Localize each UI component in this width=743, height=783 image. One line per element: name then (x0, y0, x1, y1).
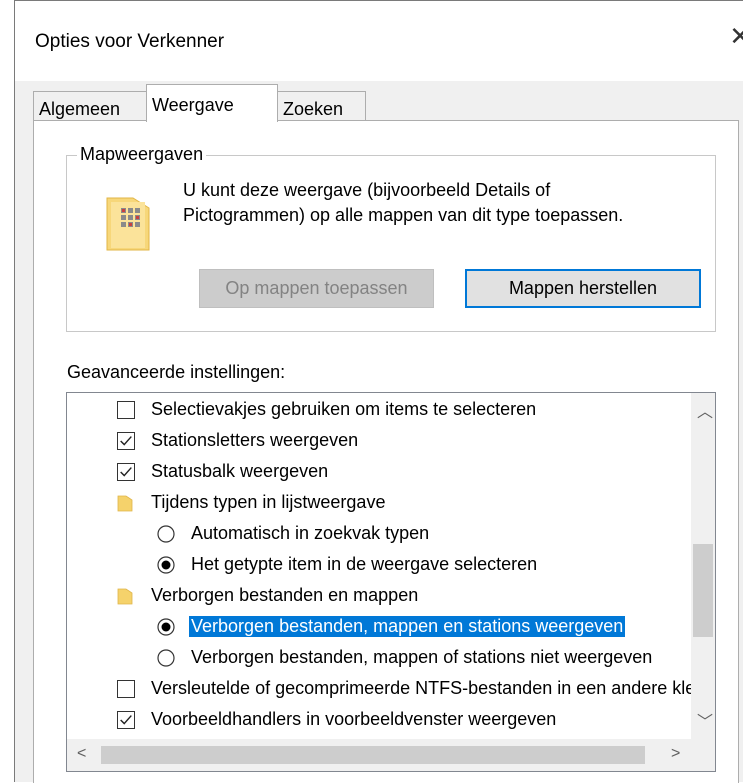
list-item-label: Verborgen bestanden, mappen of stations … (191, 647, 653, 667)
folder-view-icon (106, 197, 150, 251)
list-item[interactable]: Voorbeeldhandlers in voorbeeldvenster we… (67, 705, 691, 735)
folder-options-dialog: Opties voor Verkenner ✕ Algemeen Weergav… (14, 0, 743, 783)
vertical-scroll-thumb[interactable] (693, 544, 713, 637)
weergave-panel: Mapweergaven U kunt deze weergave (bijvo… (33, 120, 739, 783)
folder-icon (117, 494, 133, 512)
list-item-label: Verborgen bestanden en mappen (151, 585, 419, 605)
radio-unchecked-icon[interactable] (157, 525, 175, 543)
horizontal-scrollbar[interactable]: < > (67, 739, 691, 771)
radio-checked-icon[interactable] (157, 556, 175, 574)
radio-checked-icon[interactable] (157, 618, 175, 636)
tab-strip: Algemeen Weergave Zoeken (15, 81, 743, 122)
close-icon[interactable]: ✕ (729, 23, 743, 49)
list-item[interactable]: Verborgen bestanden, mappen en stations … (67, 612, 691, 642)
advanced-settings-list[interactable]: Selectievakjes gebruiken om items te sel… (66, 392, 716, 772)
scroll-up-icon[interactable]: ︿ (697, 405, 713, 421)
folder-views-group: Mapweergaven U kunt deze weergave (bijvo… (66, 144, 716, 332)
scroll-right-icon[interactable]: > (671, 746, 680, 762)
list-item-label: Automatisch in zoekvak typen (191, 523, 430, 543)
tab-zoeken[interactable]: Zoeken (277, 91, 366, 121)
scroll-down-icon[interactable]: ﹀ (697, 715, 713, 731)
list-item-label: Selectievakjes gebruiken om items te sel… (151, 399, 537, 419)
list-item[interactable]: Stationsletters weergeven (67, 426, 691, 456)
folder-icon (117, 587, 133, 605)
list-item[interactable]: Tijdens typen in lijstweergave (67, 488, 691, 518)
tab-label: Zoeken (283, 99, 344, 119)
checkbox-unchecked-icon[interactable] (117, 401, 135, 419)
scrollbar-corner (691, 739, 715, 771)
list-item[interactable]: Selectievakjes gebruiken om items te sel… (67, 395, 691, 425)
group-legend: Mapweergaven (77, 144, 207, 165)
advanced-settings-label: Geavanceerde instellingen: (67, 362, 286, 382)
list-item-label: Het getypte item in de weergave selecter… (191, 554, 538, 574)
checkbox-checked-icon[interactable] (117, 463, 135, 481)
apply-to-folders-button[interactable]: Op mappen toepassen (199, 269, 434, 308)
list-item[interactable]: Statusbalk weergeven (67, 457, 691, 487)
title-bar[interactable]: Opties voor Verkenner ✕ (15, 1, 743, 81)
tab-algemeen[interactable]: Algemeen (33, 91, 148, 121)
list-item[interactable]: Automatisch in zoekvak typen (67, 519, 691, 549)
reset-folders-button[interactable]: Mappen herstellen (465, 269, 701, 308)
checkbox-checked-icon[interactable] (117, 432, 135, 450)
tab-label: Algemeen (39, 99, 121, 119)
list-item-label: Statusbalk weergeven (151, 461, 329, 481)
checkbox-unchecked-icon[interactable] (117, 680, 135, 698)
list-item[interactable]: Verborgen bestanden, mappen of stations … (67, 643, 691, 673)
tab-label: Weergave (152, 95, 234, 115)
list-item-label: Versleutelde of gecomprimeerde NTFS-best… (151, 678, 691, 698)
radio-unchecked-icon[interactable] (157, 649, 175, 667)
horizontal-scroll-thumb[interactable] (101, 746, 645, 764)
list-item-label: Voorbeeldhandlers in voorbeeldvenster we… (151, 709, 557, 729)
tab-weergave[interactable]: Weergave (146, 84, 278, 122)
list-item[interactable]: Verborgen bestanden en mappen (67, 581, 691, 611)
scroll-left-icon[interactable]: < (77, 746, 86, 762)
list-item-label: Verborgen bestanden, mappen en stations … (189, 616, 626, 637)
checkbox-checked-icon[interactable] (117, 711, 135, 729)
vertical-scrollbar[interactable]: ︿ ﹀ (691, 393, 715, 739)
list-item-label: Tijdens typen in lijstweergave (151, 492, 386, 512)
list-item[interactable]: Het getypte item in de weergave selecter… (67, 550, 691, 580)
folder-views-description: U kunt deze weergave (bijvoorbeeld Detai… (183, 180, 624, 225)
window-title: Opties voor Verkenner (35, 31, 225, 52)
list-item[interactable]: Versleutelde of gecomprimeerde NTFS-best… (67, 674, 691, 704)
list-item-label: Stationsletters weergeven (151, 430, 359, 450)
